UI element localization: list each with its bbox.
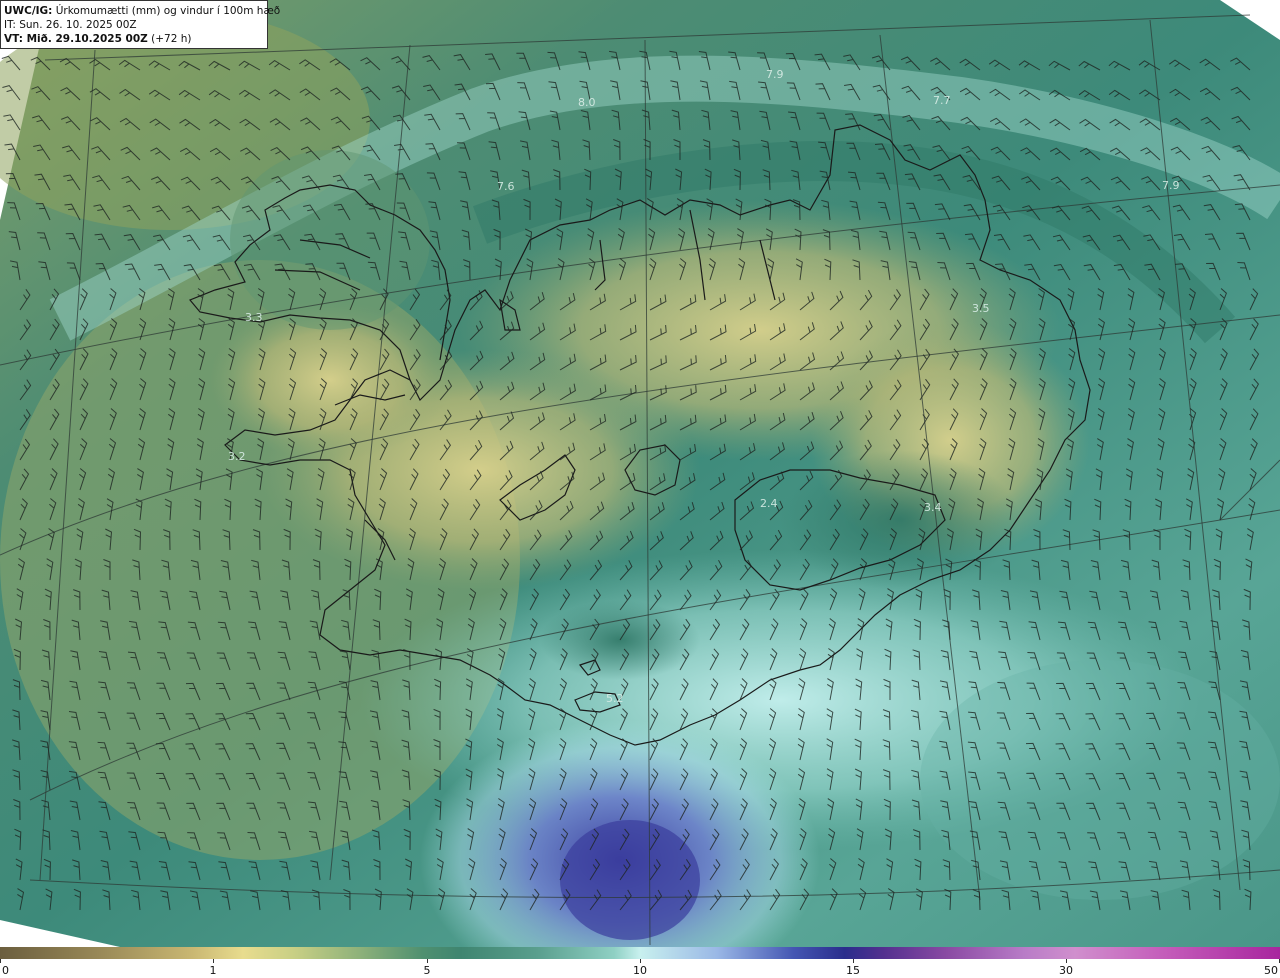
- colorbar-tick-mark: [0, 959, 1, 963]
- field-label: 3.2: [228, 450, 246, 463]
- colorbar-tick-0: 0: [2, 964, 9, 977]
- colorbar-tick-mark: [853, 959, 854, 963]
- product-code: UWC/IG:: [4, 5, 53, 17]
- colorbar-tick-15: 15: [846, 964, 860, 977]
- colorbar-tick-1: 1: [209, 964, 217, 977]
- colorbar-tick-30: 30: [1059, 964, 1073, 977]
- colorbar-tick-mark: [1066, 959, 1067, 963]
- init-time: IT: Sun. 26. 10. 2025 00Z: [4, 19, 137, 31]
- field-label: 7.9: [1162, 179, 1180, 192]
- colorbar-tick-mark: [640, 959, 641, 963]
- colorbar-ticks: 0 1 5 10 15 30 50: [0, 959, 1280, 978]
- colorbar: [0, 947, 1280, 959]
- field-label: 7.7: [933, 94, 951, 107]
- colorbar-tick-10: 10: [633, 964, 647, 977]
- field-label: 2.4: [760, 497, 778, 510]
- field-label: 5.2: [606, 692, 624, 705]
- precipitation-field: [0, 0, 1280, 978]
- field-label: 8.0: [578, 96, 596, 109]
- field-label: 3.5: [972, 302, 990, 315]
- colorbar-tick-mark: [213, 959, 214, 963]
- field-label: 3.3: [245, 311, 263, 324]
- field-label: 3.4: [924, 501, 942, 514]
- colorbar-tick-mark: [427, 959, 428, 963]
- field-label: 7.9: [766, 68, 784, 81]
- colorbar-tick-5: 5: [423, 964, 431, 977]
- valid-time: VT: Mið. 29.10.2025 00Z: [4, 33, 148, 45]
- product-description: Úrkomumætti (mm) og vindur í 100m hæð: [55, 5, 281, 17]
- field-label: 7.6: [497, 180, 515, 193]
- map-title-box: UWC/IG: Úrkomumætti (mm) og vindur í 100…: [0, 0, 280, 49]
- weather-map: 7.9 8.0 7.7 7.6 7.9 3.3 3.5 2.4 3.4 3.2 …: [0, 0, 1280, 978]
- lead-time: (+72 h): [151, 33, 192, 45]
- colorbar-tick-50: 50: [1264, 964, 1278, 977]
